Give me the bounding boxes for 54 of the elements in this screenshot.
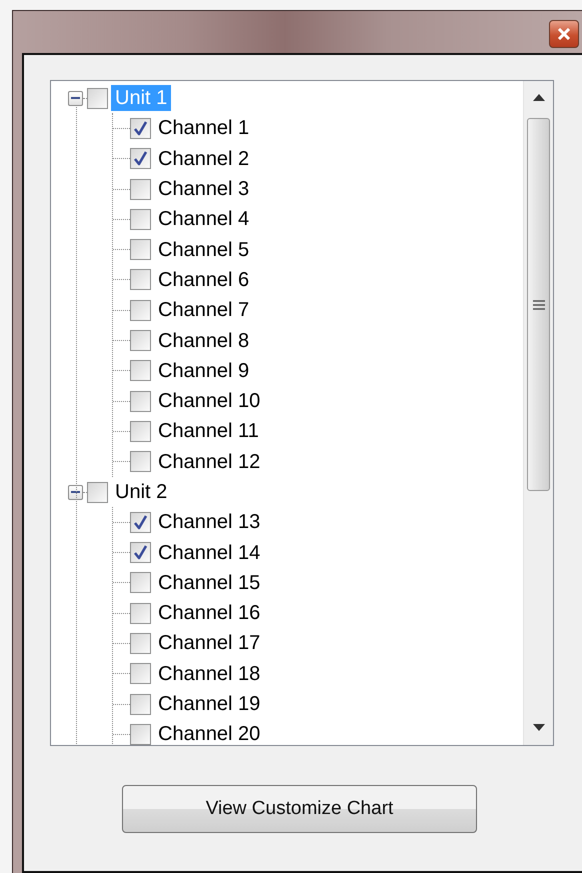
tree-item-label[interactable]: Channel 12 <box>154 448 264 475</box>
close-icon <box>557 28 571 40</box>
tree-item-label[interactable]: Channel 4 <box>154 206 254 232</box>
tree-item-label[interactable]: Channel 8 <box>154 328 254 354</box>
scroll-down-icon[interactable] <box>532 724 544 731</box>
tree-item-label[interactable]: Channel 13 <box>154 509 264 536</box>
checkbox[interactable] <box>130 390 151 412</box>
collapse-icon[interactable] <box>68 484 83 500</box>
tree-item-label[interactable]: Channel 6 <box>154 266 254 293</box>
tree-item-label[interactable]: Channel 19 <box>154 691 264 718</box>
checkbox[interactable] <box>130 148 151 170</box>
tree-item-label[interactable]: Channel 17 <box>154 630 264 656</box>
checkbox[interactable] <box>130 572 151 594</box>
tree-item-label[interactable]: Channel 15 <box>154 570 264 596</box>
tree-item-label[interactable]: Channel 9 <box>154 358 254 384</box>
tree-item-label[interactable]: Channel 11 <box>154 418 263 444</box>
tree-item-label[interactable]: Channel 14 <box>154 540 264 566</box>
tree-item-label[interactable]: Channel 5 <box>154 236 254 263</box>
view-customize-chart-button[interactable]: View Customize Chart <box>122 785 477 833</box>
checkbox[interactable] <box>130 632 151 654</box>
collapse-icon[interactable] <box>68 90 83 106</box>
checkbox[interactable] <box>130 451 151 472</box>
scroll-thumb[interactable] <box>527 118 550 491</box>
tree-item-label[interactable]: Channel 20 <box>154 721 264 745</box>
checkbox[interactable] <box>130 724 151 745</box>
checkbox[interactable] <box>130 269 151 290</box>
checkbox[interactable] <box>87 482 108 502</box>
checkbox[interactable] <box>130 542 151 564</box>
checkbox[interactable] <box>130 420 151 442</box>
grip-icon <box>532 300 544 310</box>
checkbox[interactable] <box>87 88 108 109</box>
tree-item-label[interactable]: Channel 10 <box>154 388 264 414</box>
tree-view[interactable] <box>50 80 554 746</box>
tree-item-label[interactable]: Channel 3 <box>154 176 254 202</box>
checkbox[interactable] <box>130 118 151 139</box>
tree-item-label[interactable]: Channel 1 <box>154 115 254 142</box>
checkbox[interactable] <box>130 300 151 321</box>
checkbox[interactable] <box>130 360 151 382</box>
checkbox[interactable] <box>130 663 151 684</box>
checkbox[interactable] <box>130 178 151 200</box>
checkbox[interactable] <box>130 330 151 352</box>
tree-item-label[interactable]: Unit 2 <box>111 479 172 505</box>
checkbox[interactable] <box>130 208 151 230</box>
scroll-up-icon[interactable] <box>532 94 544 101</box>
checkbox[interactable] <box>130 694 151 715</box>
tree-item-label[interactable]: Channel 2 <box>154 146 254 172</box>
tree-item-label[interactable]: Channel 18 <box>154 660 264 687</box>
scrollbar[interactable] <box>523 81 553 745</box>
checkbox[interactable] <box>130 239 151 260</box>
close-button[interactable] <box>549 20 579 48</box>
tree-item-label[interactable]: Channel 16 <box>154 600 264 626</box>
checkbox[interactable] <box>130 602 151 624</box>
checkbox[interactable] <box>130 512 151 533</box>
tree-item-label[interactable]: Channel 7 <box>154 297 254 324</box>
